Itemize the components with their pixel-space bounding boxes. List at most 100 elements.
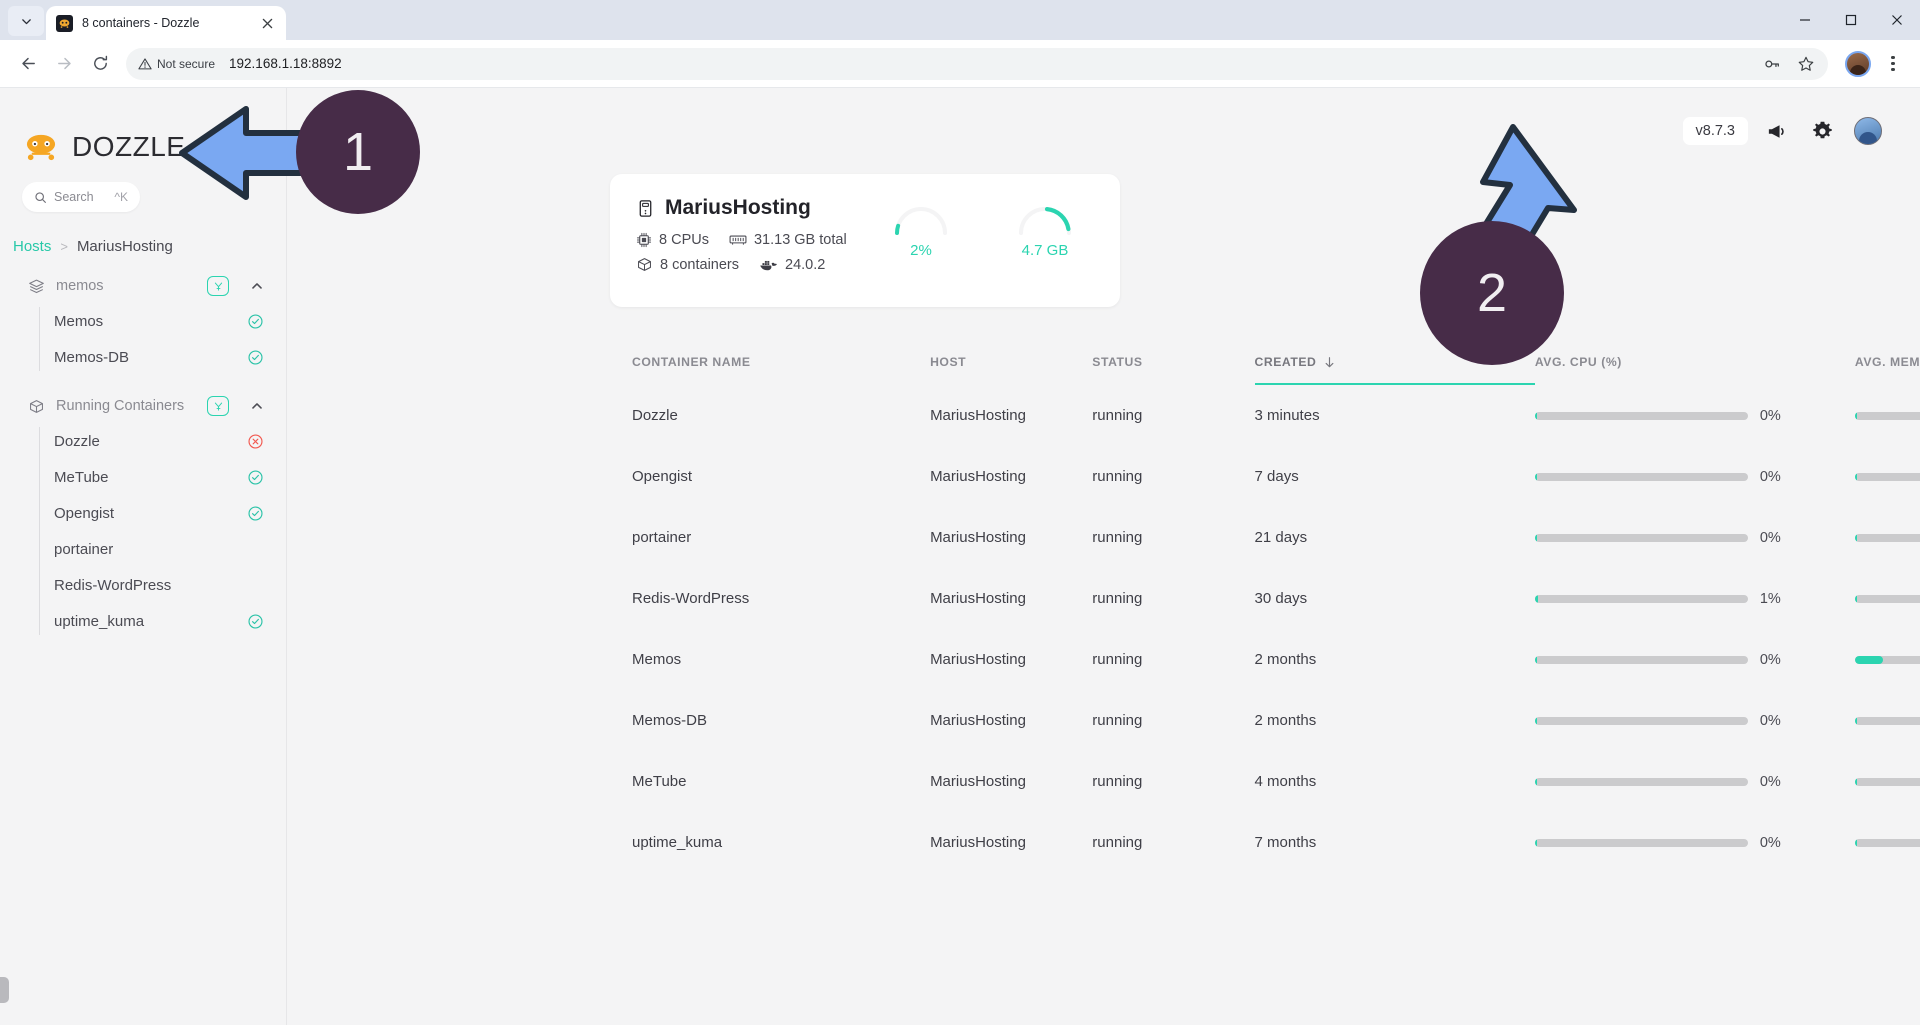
host-name: MariusHosting bbox=[665, 196, 811, 219]
table-row[interactable]: Dozzle MariusHosting running 3 minutes 0% 0% bbox=[610, 384, 1920, 446]
cell-avg-cpu: 0% bbox=[1534, 751, 1855, 812]
forward-button[interactable] bbox=[48, 48, 80, 80]
table-row[interactable]: Memos-DB MariusHosting running 2 months 0% 0% bbox=[610, 690, 1920, 751]
check-circle-glyph bbox=[248, 313, 263, 329]
cpu-gauge-svg bbox=[894, 207, 947, 235]
docker-whale-icon bbox=[760, 260, 777, 271]
user-menu-button[interactable] bbox=[1850, 113, 1886, 149]
table-row[interactable]: Memos MariusHosting running 2 months 0% 13% bbox=[610, 629, 1920, 690]
host-card[interactable]: MariusHosting 8 CPUs 31.13 GB total 8 co… bbox=[610, 174, 1120, 307]
bookmark-button[interactable] bbox=[1790, 48, 1822, 80]
brand-block[interactable]: DOZZLE bbox=[0, 88, 286, 174]
column-header-host[interactable]: HOST bbox=[930, 355, 1092, 384]
nav-group-header-running-containers[interactable]: Running Containers bbox=[0, 389, 286, 423]
browser-toolbar: Not secure 192.168.1.18:8892 bbox=[0, 40, 1920, 88]
cell-status: running bbox=[1092, 651, 1143, 668]
cell-created: 7 months bbox=[1254, 834, 1317, 851]
mem-meter-track bbox=[1854, 838, 1920, 847]
table-header-row: CONTAINER NAME HOST STATUS CREATED AVG. … bbox=[610, 355, 1920, 385]
cpu-gauge-value: 2% bbox=[910, 242, 932, 259]
column-label: AVG. CPU (%) bbox=[1534, 355, 1622, 369]
host-memory: 31.13 GB total bbox=[729, 232, 847, 248]
omnibox-actions bbox=[1756, 48, 1822, 80]
sidebar-item-redis-wordpress[interactable]: Redis-WordPress bbox=[40, 567, 286, 603]
table-row[interactable]: portainer MariusHosting running 21 days 0% 0% bbox=[610, 507, 1920, 568]
security-indicator[interactable]: Not secure bbox=[138, 57, 223, 71]
browser-tab[interactable]: 8 containers - Dozzle bbox=[46, 6, 286, 40]
meter-fill bbox=[1534, 411, 1537, 420]
sidebar-item-uptime-kuma[interactable]: uptime_kuma bbox=[40, 603, 286, 639]
chevron-up-glyph bbox=[252, 283, 262, 289]
cell-avg-mem: 0% bbox=[1854, 568, 1920, 629]
host-meta-row-1: 8 CPUs 31.13 GB total bbox=[636, 232, 888, 248]
search-input[interactable]: Search ^K bbox=[22, 182, 140, 212]
column-header-container-name[interactable]: CONTAINER NAME bbox=[610, 355, 930, 384]
nav-group-items-memos: Memos Memos-DB bbox=[0, 303, 286, 375]
gear-icon bbox=[1812, 121, 1832, 138]
sidebar-item-metube[interactable]: MeTube bbox=[40, 459, 286, 495]
url-text[interactable]: 192.168.1.18:8892 bbox=[229, 56, 1750, 71]
sidebar-item-opengist[interactable]: Opengist bbox=[40, 495, 286, 531]
meter-fill bbox=[1534, 472, 1537, 481]
breadcrumb-hosts-link[interactable]: Hosts bbox=[13, 238, 51, 255]
dozzle-favicon bbox=[56, 14, 73, 32]
sidebar-item-portainer[interactable]: portainer bbox=[40, 531, 286, 567]
sidebar-item-memos-db[interactable]: Memos-DB bbox=[40, 339, 286, 375]
column-header-status[interactable]: STATUS bbox=[1092, 355, 1254, 384]
meter-fill bbox=[1854, 655, 1883, 664]
cell-host: MariusHosting bbox=[930, 773, 1026, 790]
tab-close-button[interactable] bbox=[258, 14, 276, 32]
sidebar-item-label: Opengist bbox=[54, 504, 115, 522]
main-content: v8.7.3 MariusHosting 8 CPUs 31.13 GB tot… bbox=[287, 88, 1920, 1025]
window-close-button[interactable] bbox=[1874, 0, 1920, 40]
scrollbar-thumb[interactable] bbox=[0, 977, 9, 1003]
breadcrumb-current: MariusHosting bbox=[76, 238, 173, 255]
cell-avg-cpu: 0% bbox=[1534, 812, 1855, 873]
nav-group-header-memos[interactable]: memos bbox=[0, 269, 286, 303]
table-row[interactable]: Redis-WordPress MariusHosting running 30 da… bbox=[610, 568, 1920, 629]
back-button[interactable] bbox=[12, 48, 44, 80]
mem-meter-track bbox=[1854, 777, 1920, 786]
window-controls bbox=[1782, 0, 1920, 40]
search-placeholder: Search bbox=[54, 190, 94, 204]
cell-avg-mem: 0% bbox=[1854, 384, 1920, 446]
mem-meter-track bbox=[1854, 594, 1920, 603]
reload-button[interactable] bbox=[84, 48, 116, 80]
window-minimize-button[interactable] bbox=[1782, 0, 1828, 40]
mem-meter-track bbox=[1854, 472, 1920, 481]
meter: 1% bbox=[1854, 774, 1920, 790]
meter: 0% bbox=[1534, 834, 1855, 851]
column-header-avg-cpu[interactable]: AVG. CPU (%) bbox=[1535, 355, 1855, 384]
chrome-menu-button[interactable] bbox=[1878, 48, 1908, 80]
x-circle-glyph bbox=[248, 433, 263, 449]
chevron-up-icon[interactable] bbox=[250, 399, 264, 413]
table-row[interactable]: uptime_kuma MariusHosting running 7 months 0… bbox=[610, 812, 1920, 873]
settings-gear-button[interactable] bbox=[1804, 113, 1840, 149]
check-circle-icon bbox=[247, 313, 264, 330]
sidebar-item-memos[interactable]: Memos bbox=[40, 303, 286, 339]
th-inner: CONTAINER NAME bbox=[632, 355, 930, 369]
th-inner: HOST bbox=[930, 355, 1092, 369]
save-password-button[interactable] bbox=[1756, 48, 1788, 80]
tab-search-button[interactable] bbox=[8, 6, 44, 36]
close-icon bbox=[1892, 15, 1902, 25]
table-head: CONTAINER NAME HOST STATUS CREATED AVG. … bbox=[610, 355, 1920, 385]
meter-value: 0% bbox=[1759, 834, 1781, 851]
sidebar-item-label: Memos-DB bbox=[54, 348, 130, 366]
chrome-profile-button[interactable] bbox=[1842, 48, 1874, 80]
window-maximize-button[interactable] bbox=[1828, 0, 1874, 40]
check-circle-glyph bbox=[248, 469, 263, 485]
column-header-avg-mem[interactable]: AVG. MEM (%) bbox=[1855, 355, 1920, 384]
meter: 0% bbox=[1854, 530, 1920, 546]
table-row[interactable]: MeTube MariusHosting running 4 months 0% 1% bbox=[610, 751, 1920, 812]
announcements-button[interactable] bbox=[1758, 113, 1794, 149]
table-row[interactable]: Opengist MariusHosting running 7 days 0% 0% bbox=[610, 446, 1920, 507]
sidebar-item-dozzle[interactable]: Dozzle bbox=[40, 423, 286, 459]
meter-fill bbox=[1854, 716, 1857, 725]
chevron-up-icon[interactable] bbox=[250, 279, 264, 293]
cell-container-name: MeTube bbox=[632, 773, 687, 790]
sidebar: DOZZLE Search ^K Hosts > MariusHosting m… bbox=[0, 88, 287, 1025]
nav-group-label: memos bbox=[56, 278, 104, 294]
omnibox[interactable]: Not secure 192.168.1.18:8892 bbox=[126, 47, 1828, 80]
cell-avg-mem: 0% bbox=[1854, 507, 1920, 568]
